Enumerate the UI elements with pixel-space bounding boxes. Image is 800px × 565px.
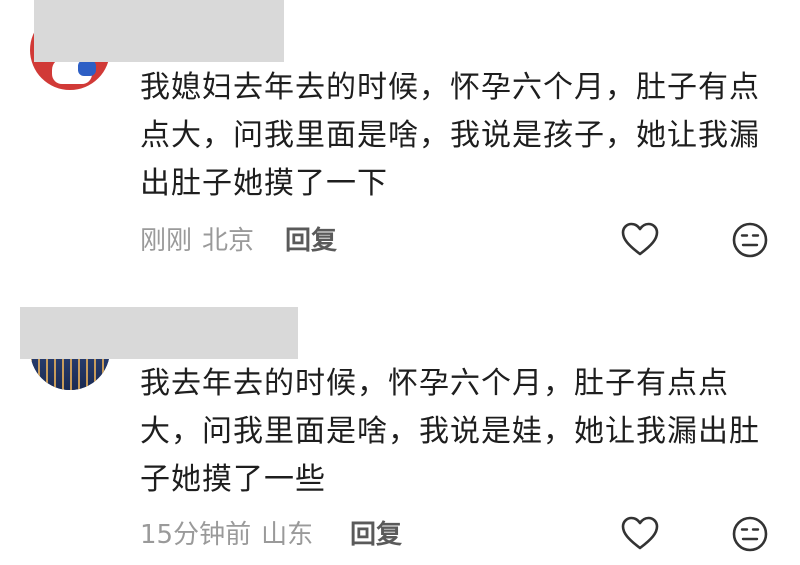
comment-meta: 15分钟前 山东	[140, 514, 313, 551]
avatar-figure-detail	[78, 60, 96, 76]
username-redaction	[20, 307, 298, 359]
heart-outline-icon[interactable]	[620, 220, 660, 260]
comment-item: 我媳妇去年去的时候，怀孕六个月，肚子有点点大，问我里面是啥，我说是孩子，她让我漏…	[0, 0, 800, 290]
reply-button[interactable]: 回复	[285, 220, 337, 257]
comment-meta: 刚刚 北京	[140, 220, 254, 257]
neutral-face-icon[interactable]	[730, 220, 770, 260]
reply-button[interactable]: 回复	[350, 514, 402, 551]
neutral-face-icon[interactable]	[730, 514, 770, 554]
comment-location: 北京	[202, 226, 255, 256]
username-redaction	[34, 0, 284, 62]
comment-time: 15分钟前	[140, 520, 252, 550]
comment-location: 山东	[261, 520, 314, 550]
comment-text: 我媳妇去年去的时候，怀孕六个月，肚子有点点大，问我里面是啥，我说是孩子，她让我漏…	[140, 70, 760, 201]
comment-time: 刚刚	[140, 226, 193, 256]
comment-text: 我去年去的时候，怀孕六个月，肚子有点点大，问我里面是啥，我说是娃，她让我漏出肚子…	[140, 366, 760, 497]
heart-outline-icon[interactable]	[620, 514, 660, 554]
